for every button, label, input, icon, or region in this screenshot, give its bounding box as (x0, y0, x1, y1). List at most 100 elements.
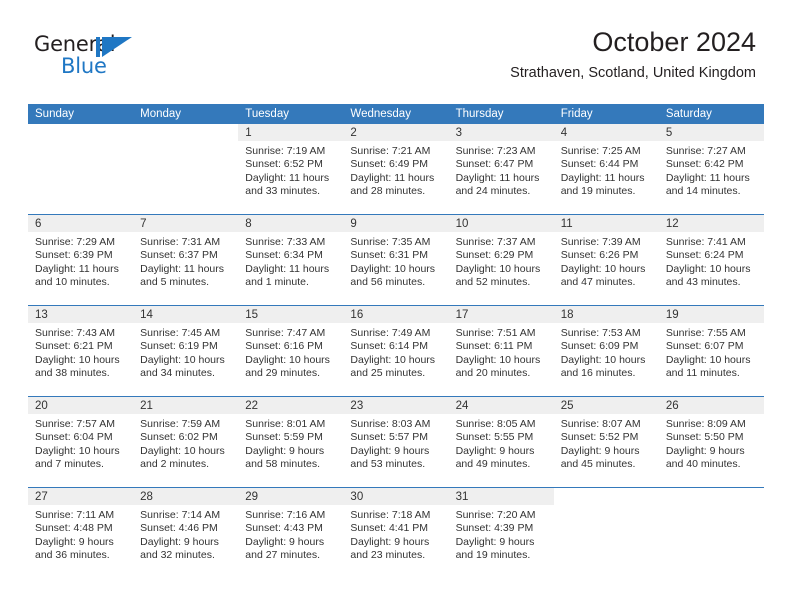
day-number: 4 (553, 124, 659, 141)
day-cell-content: 27 Sunrise: 7:11 AM Sunset: 4:48 PM Dayligh… (28, 488, 134, 578)
daylight-text-line1: Daylight: 10 hours (665, 353, 751, 366)
calendar-day-cell[interactable]: 31 Sunrise: 7:20 AM Sunset: 4:39 PM Dayligh… (448, 487, 554, 578)
sunset-text: Sunset: 6:02 PM (140, 431, 218, 444)
sunset-text: Sunset: 6:37 PM (140, 249, 218, 262)
general-blue-logo[interactable]: General Blue (34, 34, 132, 77)
calendar-day-cell[interactable]: 7 Sunrise: 7:31 AM Sunset: 6:37 PM Daylight… (133, 214, 239, 306)
calendar-day-cell[interactable]: 17 Sunrise: 7:51 AM Sunset: 6:11 PM Dayligh… (448, 305, 554, 397)
calendar-day-cell[interactable]: 30 Sunrise: 7:18 AM Sunset: 4:41 PM Dayligh… (343, 487, 449, 578)
calendar-day-cell[interactable]: 1 Sunrise: 7:19 AM Sunset: 6:52 PM Daylight… (238, 124, 344, 215)
day-number: 28 (133, 488, 239, 505)
daylight-text-line1: Daylight: 11 hours (665, 171, 750, 184)
day-info: Sunrise: 7:49 AM Sunset: 6:14 PM Daylight:… (343, 323, 448, 381)
sunrise-text: Sunrise: 7:20 AM (455, 509, 536, 521)
sunrise-text: Sunrise: 7:35 AM (350, 236, 431, 248)
calendar-day-cell[interactable]: 27 Sunrise: 7:11 AM Sunset: 4:48 PM Dayligh… (28, 487, 134, 578)
day-cell-content (554, 488, 659, 578)
calendar-day-cell[interactable]: 15 Sunrise: 7:47 AM Sunset: 6:16 PM Dayligh… (238, 305, 344, 397)
daylight-text-line2: and 14 minutes. (665, 185, 741, 198)
sunset-text: Sunset: 6:26 PM (560, 249, 639, 262)
weekday-header-saturday: Saturday (658, 104, 764, 124)
day-cell-content (28, 124, 133, 214)
day-info: Sunrise: 7:20 AM Sunset: 4:39 PM Daylight:… (449, 505, 554, 563)
daylight-text-line2: and 53 minutes. (350, 458, 426, 471)
day-info: Sunrise: 7:16 AM Sunset: 4:43 PM Daylight:… (238, 505, 343, 563)
sunrise-text: Sunrise: 7:19 AM (245, 145, 326, 157)
daylight-text-line1: Daylight: 10 hours (245, 353, 330, 366)
calendar-day-cell[interactable]: 3 Sunrise: 7:23 AM Sunset: 6:47 PM Daylight… (448, 124, 554, 215)
day-number: 31 (448, 488, 554, 505)
calendar-day-cell[interactable]: 16 Sunrise: 7:49 AM Sunset: 6:14 PM Dayligh… (343, 305, 449, 397)
sunset-text: Sunset: 6:47 PM (455, 158, 534, 171)
daylight-text-line1: Daylight: 10 hours (665, 262, 751, 275)
calendar-day-cell[interactable]: 26 Sunrise: 8:09 AM Sunset: 5:50 PM Dayligh… (658, 396, 764, 488)
calendar-cell-empty (553, 487, 659, 578)
calendar-day-cell[interactable]: 2 Sunrise: 7:21 AM Sunset: 6:49 PM Daylight… (343, 124, 449, 215)
calendar-day-cell[interactable]: 5 Sunrise: 7:27 AM Sunset: 6:42 PM Daylight… (658, 124, 764, 215)
day-info: Sunrise: 7:43 AM Sunset: 6:21 PM Daylight:… (28, 323, 133, 381)
day-info: Sunrise: 7:57 AM Sunset: 6:04 PM Daylight:… (28, 414, 133, 472)
daylight-text-line2: and 58 minutes. (245, 458, 320, 471)
day-number: 22 (238, 397, 344, 414)
calendar-table: Sunday Monday Tuesday Wednesday Thursday Frid… (28, 104, 764, 578)
calendar-week-row: 20 Sunrise: 7:57 AM Sunset: 6:04 PM Dayligh… (28, 396, 764, 488)
calendar-body: 1 Sunrise: 7:19 AM Sunset: 6:52 PM Daylight… (28, 124, 764, 578)
logo-bar-icon (96, 37, 100, 57)
day-number: 2 (343, 124, 449, 141)
daylight-text-line1: Daylight: 10 hours (350, 353, 436, 366)
page-subtitle: Strathaven, Scotland, United Kingdom (510, 64, 756, 81)
daylight-text-line2: and 34 minutes. (140, 367, 215, 380)
sunrise-text: Sunrise: 7:55 AM (665, 327, 746, 339)
calendar-week-row: 13 Sunrise: 7:43 AM Sunset: 6:21 PM Dayligh… (28, 305, 764, 397)
calendar-week-row: 6 Sunrise: 7:29 AM Sunset: 6:39 PM Daylight… (28, 214, 764, 306)
page-header: General Blue October 2024 Strathaven, Sc… (0, 0, 792, 80)
calendar-week-row: 27 Sunrise: 7:11 AM Sunset: 4:48 PM Dayligh… (28, 487, 764, 578)
calendar-cell-empty (133, 124, 238, 215)
day-info: Sunrise: 7:37 AM Sunset: 6:29 PM Daylight:… (449, 232, 554, 290)
day-cell-content: 11 Sunrise: 7:39 AM Sunset: 6:26 PM Dayligh… (553, 215, 659, 305)
calendar-cell-empty (28, 124, 133, 215)
calendar-day-cell[interactable]: 12 Sunrise: 7:41 AM Sunset: 6:24 PM Dayligh… (658, 214, 764, 306)
calendar-day-cell[interactable]: 22 Sunrise: 8:01 AM Sunset: 5:59 PM Dayligh… (238, 396, 344, 488)
calendar-day-cell[interactable]: 9 Sunrise: 7:35 AM Sunset: 6:31 PM Daylight… (343, 214, 449, 306)
calendar-day-cell[interactable]: 11 Sunrise: 7:39 AM Sunset: 6:26 PM Dayligh… (553, 214, 659, 306)
daylight-text-line1: Daylight: 11 hours (455, 171, 540, 184)
calendar-day-cell[interactable]: 10 Sunrise: 7:37 AM Sunset: 6:29 PM Dayligh… (448, 214, 554, 306)
sunrise-text: Sunrise: 8:01 AM (245, 418, 326, 430)
daylight-text-line2: and 16 minutes. (560, 367, 636, 380)
sunrise-text: Sunrise: 7:21 AM (350, 145, 431, 157)
calendar-day-cell[interactable]: 8 Sunrise: 7:33 AM Sunset: 6:34 PM Daylight… (238, 214, 344, 306)
sunrise-text: Sunrise: 7:23 AM (455, 145, 536, 157)
calendar-day-cell[interactable]: 18 Sunrise: 7:53 AM Sunset: 6:09 PM Dayligh… (553, 305, 659, 397)
day-cell-content: 22 Sunrise: 8:01 AM Sunset: 5:59 PM Dayligh… (238, 397, 344, 487)
day-number: 6 (28, 215, 134, 232)
calendar-day-cell[interactable]: 29 Sunrise: 7:16 AM Sunset: 4:43 PM Dayligh… (238, 487, 344, 578)
calendar-day-cell[interactable]: 13 Sunrise: 7:43 AM Sunset: 6:21 PM Dayligh… (28, 305, 134, 397)
daylight-text-line2: and 19 minutes. (455, 549, 531, 562)
sunset-text: Sunset: 4:43 PM (245, 522, 323, 535)
day-cell-content: 14 Sunrise: 7:45 AM Sunset: 6:19 PM Dayligh… (133, 306, 239, 396)
calendar-day-cell[interactable]: 28 Sunrise: 7:14 AM Sunset: 4:46 PM Dayligh… (133, 487, 239, 578)
sunrise-text: Sunrise: 7:31 AM (140, 236, 221, 248)
calendar-day-cell[interactable]: 20 Sunrise: 7:57 AM Sunset: 6:04 PM Dayligh… (28, 396, 134, 488)
day-info: Sunrise: 7:33 AM Sunset: 6:34 PM Daylight:… (238, 232, 343, 290)
daylight-text-line2: and 11 minutes. (665, 367, 740, 380)
calendar-day-cell[interactable]: 23 Sunrise: 8:03 AM Sunset: 5:57 PM Dayligh… (343, 396, 449, 488)
sunset-text: Sunset: 6:29 PM (455, 249, 534, 262)
day-cell-content: 29 Sunrise: 7:16 AM Sunset: 4:43 PM Dayligh… (238, 488, 344, 578)
sunrise-text: Sunrise: 8:03 AM (350, 418, 431, 430)
daylight-text-line2: and 43 minutes. (665, 276, 741, 289)
calendar-day-cell[interactable]: 14 Sunrise: 7:45 AM Sunset: 6:19 PM Dayligh… (133, 305, 239, 397)
calendar-day-cell[interactable]: 4 Sunrise: 7:25 AM Sunset: 6:44 PM Daylight… (553, 124, 659, 215)
calendar-day-cell[interactable]: 24 Sunrise: 8:05 AM Sunset: 5:55 PM Dayligh… (448, 396, 554, 488)
calendar-day-cell[interactable]: 6 Sunrise: 7:29 AM Sunset: 6:39 PM Daylight… (28, 214, 134, 306)
daylight-text-line2: and 56 minutes. (350, 276, 426, 289)
daylight-text-line1: Daylight: 9 hours (560, 444, 640, 457)
calendar-day-cell[interactable]: 21 Sunrise: 7:59 AM Sunset: 6:02 PM Dayligh… (133, 396, 239, 488)
sunrise-text: Sunrise: 7:41 AM (665, 236, 746, 248)
daylight-text-line2: and 32 minutes. (140, 549, 215, 562)
calendar-grid: Sunday Monday Tuesday Wednesday Thursday Frid… (28, 104, 764, 578)
daylight-text-line2: and 19 minutes. (560, 185, 636, 198)
calendar-day-cell[interactable]: 25 Sunrise: 8:07 AM Sunset: 5:52 PM Dayligh… (553, 396, 659, 488)
calendar-day-cell[interactable]: 19 Sunrise: 7:55 AM Sunset: 6:07 PM Dayligh… (658, 305, 764, 397)
